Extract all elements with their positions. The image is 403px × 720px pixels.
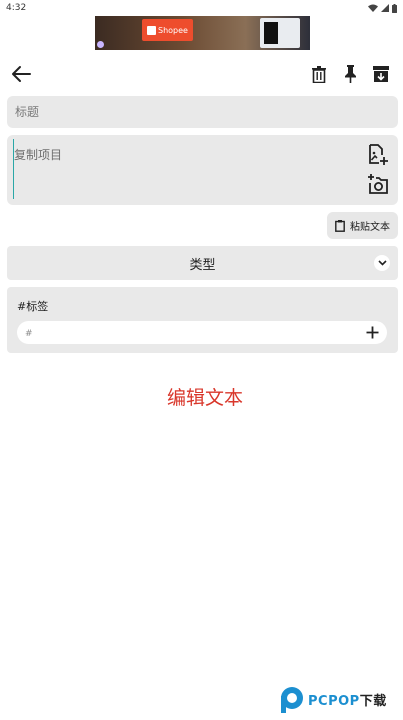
tags-section: #标签 (7, 287, 398, 353)
status-bar: 4:32 (0, 0, 403, 16)
content-input[interactable] (13, 139, 353, 199)
toolbar (0, 56, 403, 92)
type-select[interactable]: 类型 (7, 246, 398, 280)
tags-label: #标签 (17, 300, 49, 313)
add-camera-icon (368, 174, 388, 194)
arrow-left-icon (12, 66, 31, 82)
status-time: 4:32 (6, 3, 27, 13)
pin-icon (344, 65, 356, 83)
ad-product-image (260, 18, 300, 48)
plus-icon (366, 326, 379, 339)
back-button[interactable] (8, 62, 34, 86)
signal-icon (381, 4, 389, 12)
type-select-label: 类型 (189, 257, 216, 273)
shopping-bag-icon (147, 25, 157, 35)
title-field-container (7, 96, 398, 128)
paste-text-button[interactable]: 粘贴文本 (327, 212, 398, 239)
paste-text-label: 粘贴文本 (350, 222, 390, 233)
title-input[interactable] (7, 96, 398, 128)
add-tag-button[interactable] (364, 324, 381, 341)
content-field-container (7, 135, 398, 205)
shopee-logo: Shopee (142, 19, 193, 41)
edit-text-button[interactable]: 编辑文本 (0, 383, 403, 410)
trash-icon (312, 65, 326, 83)
pin-button[interactable] (337, 62, 363, 86)
clipboard-icon (335, 219, 345, 232)
tag-input[interactable] (17, 322, 337, 346)
ad-banner[interactable]: Shopee (95, 16, 310, 50)
battery-icon (392, 3, 397, 13)
chevron-down-icon (374, 255, 390, 271)
add-image-button[interactable] (366, 143, 390, 167)
tag-input-container (17, 321, 387, 346)
add-photo-button[interactable] (366, 172, 390, 196)
watermark-text: PCPOP下载 (308, 693, 387, 709)
ad-choices-icon[interactable] (97, 41, 104, 48)
wifi-icon (368, 4, 378, 12)
watermark: PCPOP下载 (279, 684, 401, 714)
archive-button[interactable] (368, 62, 394, 86)
pcpop-logo (279, 686, 304, 713)
add-image-file-icon (369, 144, 388, 165)
delete-button[interactable] (306, 62, 332, 86)
status-icons (368, 3, 397, 13)
ad-brand: Shopee (158, 25, 188, 35)
archive-icon (373, 66, 389, 82)
